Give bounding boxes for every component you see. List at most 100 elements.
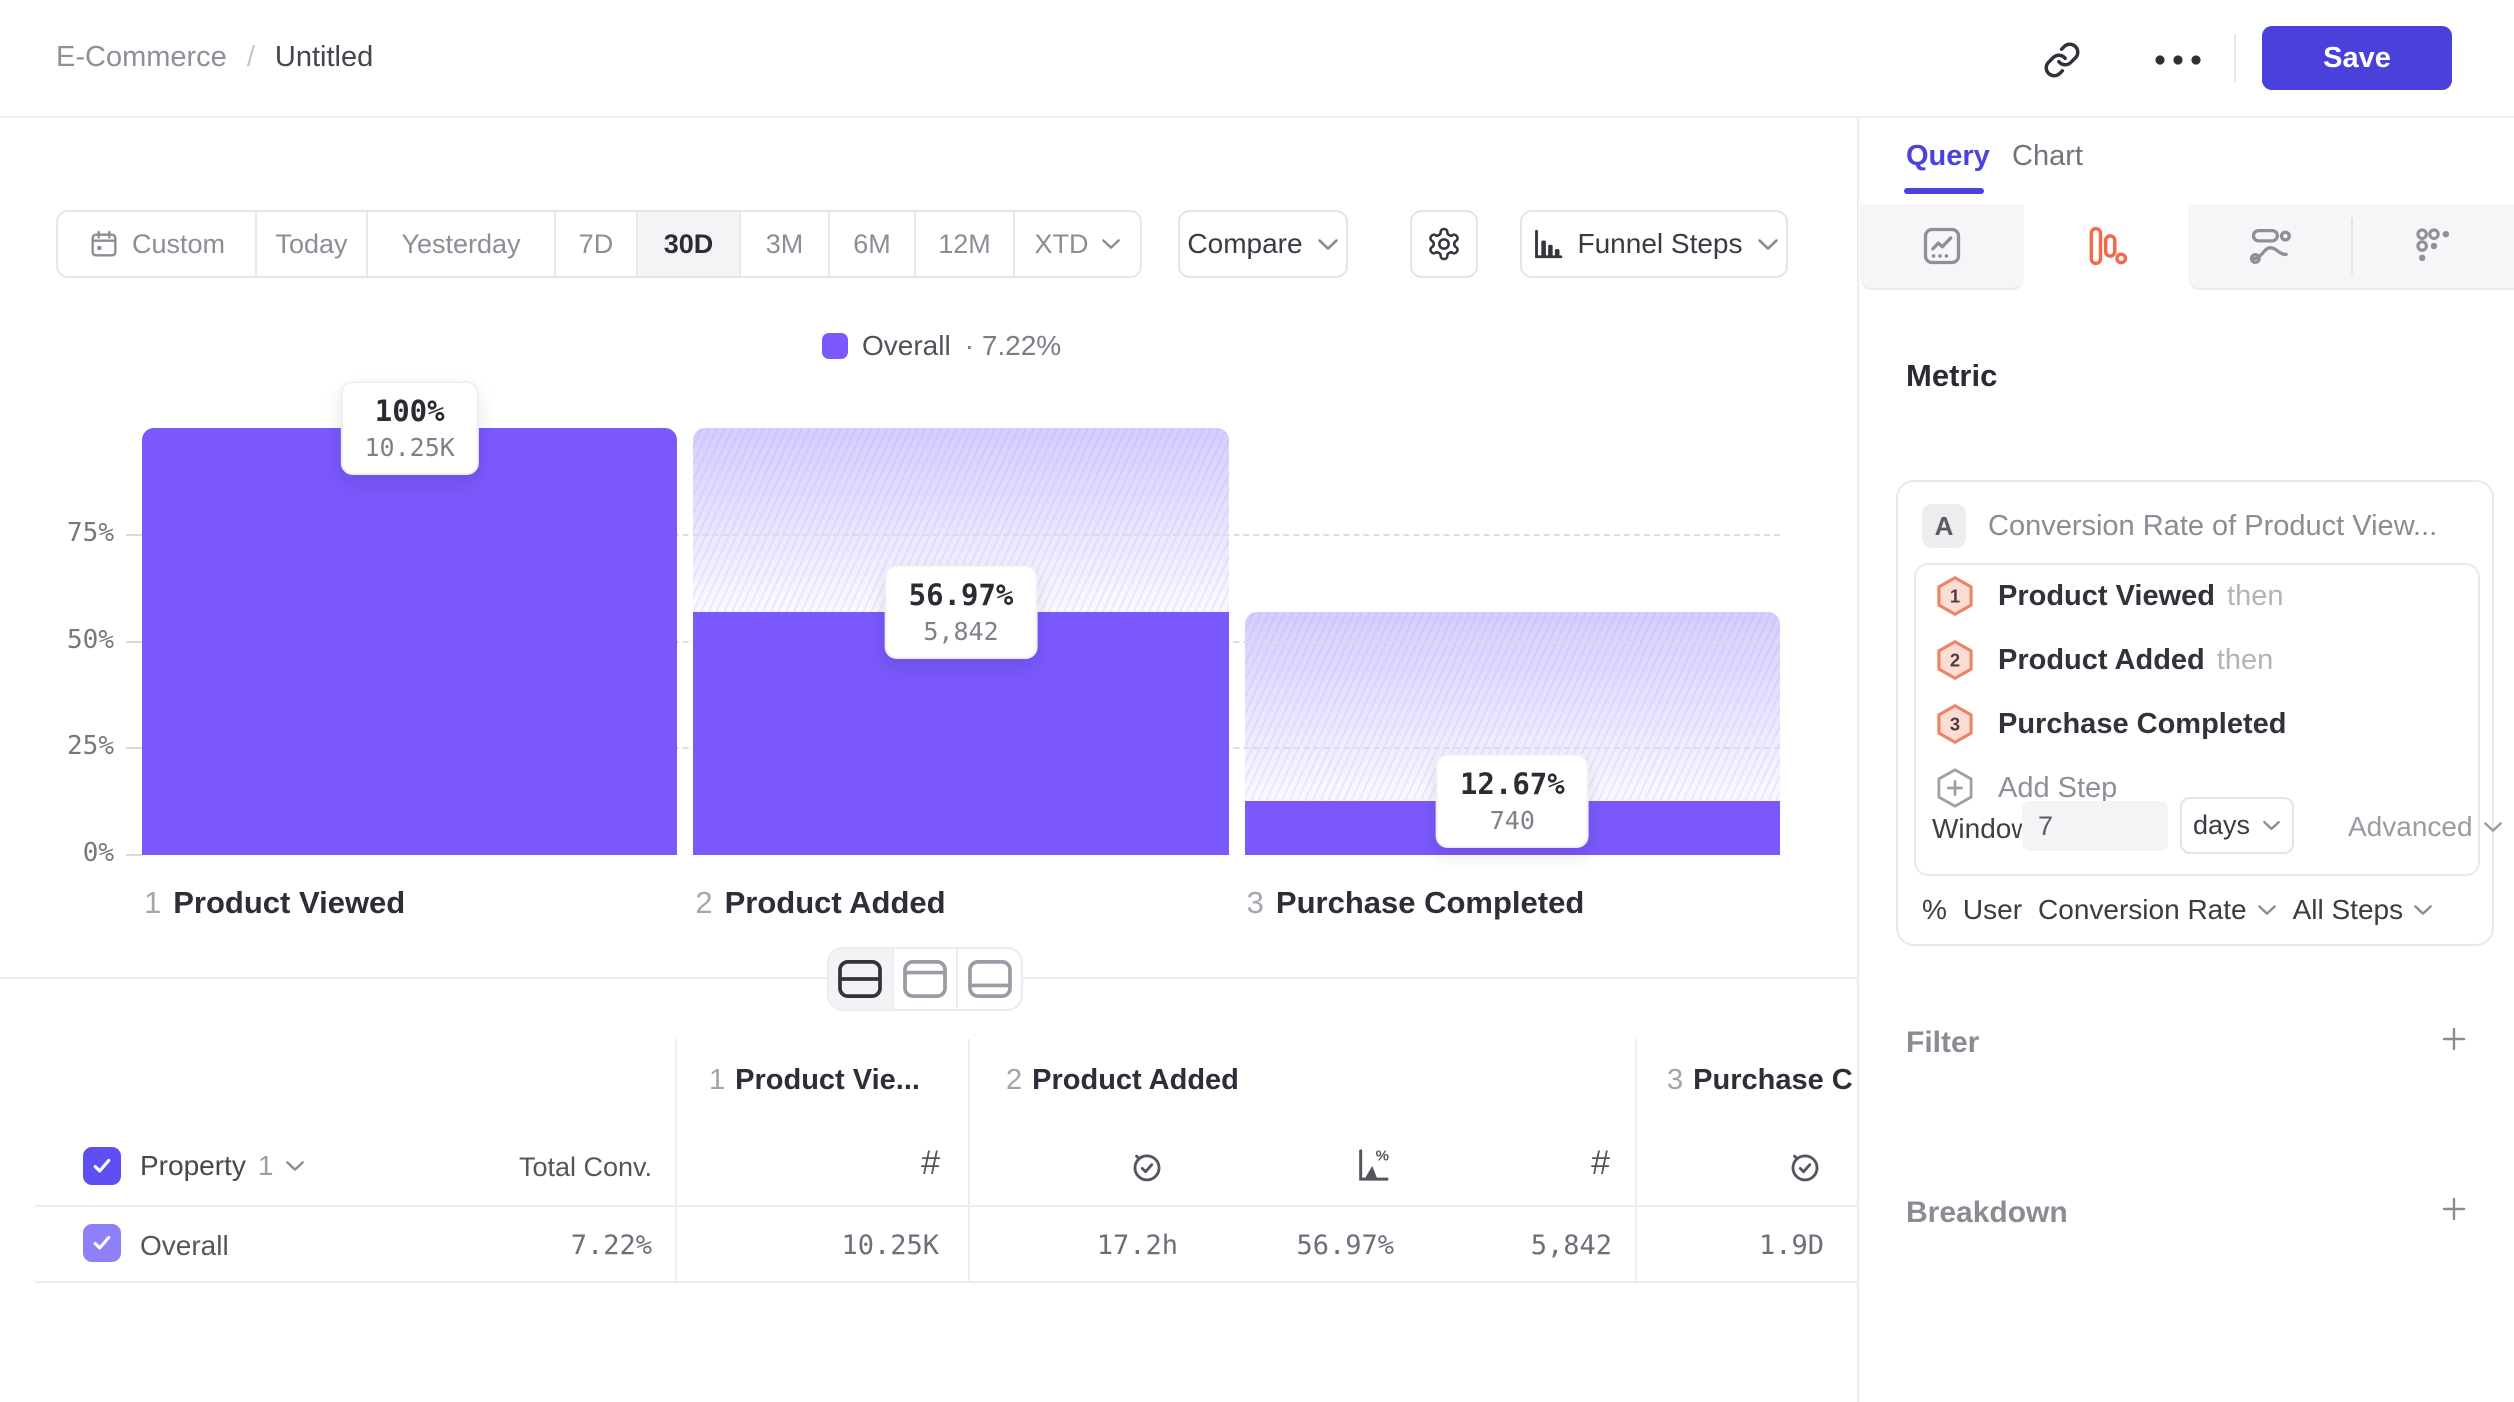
breadcrumb-parent[interactable]: E-Commerce: [56, 41, 227, 74]
add-breakdown-button[interactable]: [2437, 1192, 2471, 1226]
chevron-down-icon: [2483, 821, 2503, 833]
row-checkbox[interactable]: [83, 1224, 121, 1262]
chevron-down-icon: [2262, 820, 2281, 831]
view-tab-strip: [1859, 204, 2514, 288]
column-group-header[interactable]: 2Product Added: [1006, 1064, 1239, 1097]
step-axis-label: 3 Purchase Completed: [1247, 885, 1585, 921]
y-axis-tick: [126, 854, 142, 856]
window-unit-select[interactable]: days: [2180, 797, 2294, 854]
tab-flows[interactable]: [2188, 204, 2352, 290]
funnel-step-row[interactable]: 3 Purchase Completed: [1934, 703, 2298, 745]
add-filter-button[interactable]: [2437, 1022, 2471, 1056]
add-step-hexagon-icon: [1934, 767, 1976, 809]
step-number-badge: 2: [1934, 639, 1976, 681]
y-axis-tick: [126, 641, 142, 643]
property-selector[interactable]: Property 1: [140, 1147, 305, 1185]
step-name: Product Viewed: [173, 885, 405, 920]
advanced-toggle[interactable]: Advanced: [2348, 811, 2503, 843]
svg-text:3: 3: [1950, 714, 1960, 735]
step-number-badge: 1: [1934, 575, 1976, 617]
metric-badge: A: [1922, 504, 1966, 548]
cell-value: 17.2h: [978, 1230, 1178, 1261]
layout-split-button[interactable]: [829, 949, 894, 1009]
layout-top-button[interactable]: [894, 949, 959, 1009]
tooltip-conversion-pct: 12.67%: [1460, 764, 1565, 804]
measurement-scope-select[interactable]: All Steps: [2293, 894, 2434, 926]
measurement-prefix[interactable]: %: [1922, 894, 1947, 926]
share-link-button[interactable]: [2040, 38, 2084, 82]
svg-text:2: 2: [1950, 650, 1960, 671]
count-metric-icon[interactable]: #: [1550, 1144, 1610, 1183]
top-bar: E-Commerce / Untitled Save: [0, 0, 2514, 118]
cell-value: 10.25K: [739, 1230, 939, 1261]
flows-icon: [2248, 224, 2292, 268]
tab-retention[interactable]: [2352, 204, 2514, 290]
view-tab-divider: [2351, 218, 2353, 274]
funnel-step-row[interactable]: 1 Product Viewedthen: [1934, 575, 2283, 617]
y-axis-label: 50%: [30, 625, 114, 655]
layout-bottom-button[interactable]: [958, 949, 1021, 1009]
y-axis-label: 25%: [30, 731, 114, 761]
cell-total-conv: 7.22%: [452, 1230, 652, 1261]
chevron-down-icon: [2257, 904, 2277, 916]
panel-top-icon: [902, 959, 948, 999]
y-axis-label: 0%: [30, 838, 114, 868]
step-number: 2: [695, 885, 712, 920]
tooltip-count: 740: [1460, 804, 1565, 838]
layout-toggle-group: [827, 947, 1023, 1011]
step-name: Purchase Completed: [1276, 885, 1584, 920]
filter-section-label: Filter: [1906, 1026, 1979, 1060]
conv-rate-metric-icon[interactable]: %: [1352, 1145, 1392, 1185]
chevron-down-icon: [2413, 904, 2433, 916]
total-conv-header[interactable]: Total Conv.: [452, 1152, 652, 1183]
funnel-step-row[interactable]: 2 Product Addedthen: [1934, 639, 2273, 681]
window-value-input[interactable]: 7: [2022, 801, 2168, 851]
funnel-steps-box: 1 Product Viewedthen 2 Product Addedthen…: [1914, 563, 2480, 876]
tooltip-count: 5,842: [909, 615, 1014, 649]
breadcrumb-separator: /: [247, 41, 255, 74]
table-row[interactable]: Overall 7.22% 10.25K 17.2h 56.97% 5,842 …: [0, 1207, 1857, 1281]
row-label: Overall: [140, 1230, 229, 1262]
count-metric-icon[interactable]: #: [880, 1144, 940, 1183]
bar-tooltip: 100%10.25K: [341, 381, 479, 475]
y-axis-label: 75%: [30, 518, 114, 548]
plus-icon: [2439, 1024, 2469, 1054]
retention-icon: [2412, 224, 2456, 268]
funnel-bar[interactable]: [142, 428, 677, 855]
column-group-header[interactable]: 1Product Vie...: [709, 1064, 920, 1097]
metric-card: A Conversion Rate of Product View... 1 P…: [1896, 480, 2494, 946]
breakdown-table: 1Product Vie... 2Product Added 3Purchase…: [0, 1039, 1857, 1285]
tab-insights[interactable]: [1860, 204, 2024, 290]
metric-title-row[interactable]: A Conversion Rate of Product View...: [1922, 504, 2437, 548]
split-horizontal-icon: [837, 959, 883, 999]
step-number: 3: [1247, 885, 1264, 920]
more-actions-button[interactable]: [2150, 44, 2206, 76]
save-button[interactable]: Save: [2262, 26, 2452, 90]
tab-chart[interactable]: Chart: [2012, 140, 2083, 173]
step-number: 1: [144, 885, 161, 920]
panel-bottom-icon: [967, 959, 1013, 999]
column-group-header[interactable]: 3Purchase C: [1667, 1064, 1853, 1097]
check-icon: [91, 1156, 113, 1176]
breadcrumb-current[interactable]: Untitled: [275, 41, 373, 74]
ellipsis-icon: [2152, 54, 2204, 66]
table-bottom-rule: [35, 1281, 1857, 1283]
tab-query[interactable]: Query: [1906, 140, 1990, 173]
avg-time-metric-icon[interactable]: [1786, 1147, 1824, 1185]
measurement-metric-select[interactable]: Conversion Rate: [2038, 894, 2277, 926]
tab-funnels[interactable]: [2024, 204, 2188, 288]
measurement-row: % User Conversion Rate All Steps: [1922, 894, 2433, 926]
tooltip-conversion-pct: 100%: [365, 391, 455, 431]
step-axis-label: 2Product Added: [695, 885, 945, 921]
metric-title: Conversion Rate of Product View...: [1988, 510, 2437, 543]
svg-text:%: %: [1376, 1148, 1389, 1165]
measurement-entity[interactable]: User: [1963, 894, 2022, 926]
chevron-down-icon: [285, 1160, 305, 1172]
bar-tooltip: 56.97%5,842: [885, 565, 1038, 659]
avg-time-metric-icon[interactable]: [1128, 1147, 1166, 1185]
save-button-label: Save: [2323, 42, 2391, 75]
breadcrumb: E-Commerce / Untitled: [56, 0, 373, 114]
select-all-checkbox[interactable]: [83, 1147, 121, 1185]
funnel-chart: 75% 50% 25% 0% 100%10.25K 1 Product Viewed 56.9…: [0, 0, 1857, 1000]
cell-value: 56.97%: [1194, 1230, 1394, 1261]
